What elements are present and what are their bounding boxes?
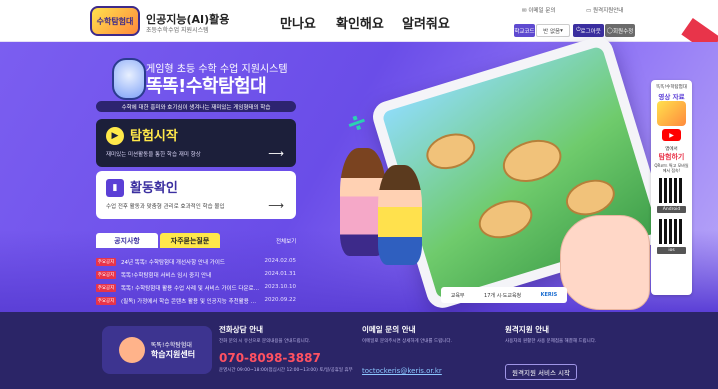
edit-profile-button[interactable]: ◯ 회원수정 — [605, 24, 635, 37]
youtube-play-icon[interactable]: ▶ — [662, 129, 681, 141]
util-email-link[interactable]: ✉ 이메일 문의 — [522, 6, 555, 14]
learning-center-logo: 똑똑!수학탐험대 학습지원센터 — [102, 326, 212, 374]
center-name-2: 학습지원센터 — [150, 350, 196, 359]
side-banner: 똑똑!수학탐험대 영상 자료 ▶ 앱에서 탐험하기 QR코드 찍고 모바일에서 … — [651, 80, 692, 295]
map-island — [561, 173, 620, 222]
explore-start-desc: 재미있는 미션활동을 통한 학습 재미 향상 — [106, 152, 201, 158]
site-header: 수학탐험대 인공지능(AI)활용 초등수학수업 지원시스템 만나요 확인해요 알… — [0, 0, 718, 42]
hand-illustration — [560, 215, 650, 310]
map-island — [497, 133, 567, 189]
activity-check-desc: 수업 전후 활동과 맞춤형 관리로 효과적인 학습 몰입 — [106, 204, 225, 210]
notice-title: 똑똑!수학탐험대 서비스 임시 중지 안내 — [121, 273, 212, 279]
qr-code-ios[interactable] — [659, 219, 684, 244]
remote-support-button[interactable]: 원격지원 서비스 시작 — [505, 364, 577, 380]
notice-title: 24년 똑똑! 수학탐험대 개선사항 안내 가이드 — [121, 260, 225, 266]
activity-check-title: 활동확인 — [130, 181, 178, 196]
partner-moe: 교육부 — [450, 292, 465, 299]
character-avatar-icon — [118, 337, 145, 363]
tab-faq[interactable]: 자주묻는질문 — [160, 233, 220, 248]
class-select-value: 반 없음 — [543, 28, 561, 35]
util-remote-label: 원격지원안내 — [592, 8, 624, 14]
util-email-label: 이메일 문의 — [528, 8, 556, 14]
notice-badge: 주요공지 — [96, 297, 116, 305]
nav-check[interactable]: 확인해요 — [336, 13, 384, 32]
chevron-down-icon: ▾ — [560, 27, 563, 34]
phone-desc: 전화 문의 시 유선으로 문의내용을 안내드립니다. — [219, 339, 311, 344]
phone-hours: 운영시간 09:00~18:00(점심시간 12:00~13:00) 토/일/공… — [219, 368, 353, 373]
explore-start-title: 탐험시작 — [130, 129, 178, 144]
notice-more-link[interactable]: 전체보기 — [276, 237, 296, 245]
logout-label: 로그아웃 — [580, 28, 601, 35]
notice-date: 2024.01.31 — [264, 271, 297, 277]
ios-label: ios — [657, 247, 686, 254]
activity-check-card[interactable]: ▮ 활동확인 수업 전후 활동과 맞춤형 관리로 효과적인 학습 몰입 ⟶ — [96, 171, 296, 219]
robot-mascot-icon — [112, 58, 146, 100]
nav-meet[interactable]: 만나요 — [280, 13, 316, 32]
hero-tagline: 수학에 대한 흥미와 호기심이 생겨나는 재미있는 게임형태의 학습 — [96, 101, 296, 112]
play-icon: ▶ — [106, 127, 124, 145]
notice-date: 2024.02.05 — [264, 258, 297, 264]
school-code-badge: 학교코드 — [514, 24, 535, 37]
monitor-icon: ▭ — [586, 8, 593, 14]
class-select[interactable]: 반 없음 ▾ — [536, 24, 570, 37]
remote-title: 원격지원 안내 — [505, 325, 550, 334]
android-label: Android — [657, 206, 686, 213]
tab-notice[interactable]: 공지사항 — [96, 233, 158, 248]
partner-edu-offices: 17개 시·도교육청 — [484, 292, 522, 299]
site-logo[interactable]: 수학탐험대 — [90, 6, 140, 36]
notice-date: 2023.10.10 — [264, 284, 297, 290]
notice-badge: 주요공지 — [96, 258, 116, 266]
arrow-right-icon: ⟶ — [268, 147, 284, 160]
notice-row[interactable]: 주요공지 24년 똑똑! 수학탐험대 개선사항 안내 가이드 2024.02.0… — [96, 258, 296, 267]
app-promo-title: 탐험하기 — [658, 153, 685, 161]
phone-title: 전화상담 안내 — [219, 325, 264, 334]
brand-subtitle: 초등수학수업 지원시스템 — [146, 27, 209, 34]
side-banner-title: 똑똑!수학탐험대 — [656, 85, 687, 90]
partner-keris: KERIS — [540, 292, 558, 298]
side-banner-title2: 영상 자료 — [658, 93, 685, 101]
phone-number[interactable]: 070-8098-3887 — [219, 351, 321, 365]
logout-button[interactable]: ⏻ 로그아웃 — [573, 24, 604, 37]
support-email-link[interactable]: toctockeris@keris.or.kr — [362, 367, 442, 375]
notice-row[interactable]: 주요공지 똑똑!수학탐험대 서비스 임시 중지 안내 2024.01.31 — [96, 271, 296, 280]
map-island — [421, 127, 480, 175]
email-title: 이메일 문의 안내 — [362, 325, 416, 334]
remote-desc: 사용자의 원활한 사용 문제점을 해결해 드립니다. — [505, 339, 597, 344]
nav-notice[interactable]: 알려줘요 — [402, 13, 450, 32]
notice-date: 2020.09.22 — [264, 297, 297, 303]
util-remote-link[interactable]: ▭ 원격지원안내 — [586, 6, 623, 14]
bar-chart-icon: ▮ — [106, 179, 124, 197]
arrow-right-icon: ⟶ — [268, 199, 284, 212]
notice-title: 똑똑! 수학탐험대 활용 수업 사례 및 서비스 가이드 다운로… — [121, 286, 260, 292]
email-desc: 이메일로 문의주시면 상세하게 안내를 드립니다. — [362, 339, 452, 344]
explore-start-card[interactable]: ▶ 탐험시작 재미있는 미션활동을 통한 학습 재미 향상 ⟶ — [96, 119, 296, 167]
notice-title: (필독) 가정에서 학습 콘텐츠 활용 및 인공지능 추천활용 … — [121, 299, 257, 305]
video-logo-thumbnail[interactable] — [657, 101, 686, 126]
qr-caption: QR코드 찍고 모바일에서 접속! — [654, 163, 689, 173]
notice-row[interactable]: 주요공지 똑똑! 수학탐험대 활용 수업 사례 및 서비스 가이드 다운로… 2… — [96, 284, 296, 293]
hero-title: 똑똑!수학탐험대 — [146, 76, 267, 97]
qr-code-android[interactable] — [659, 178, 684, 203]
center-name: 똑똑!수학탐험대 — [150, 342, 192, 349]
edit-profile-label: 회원수정 — [612, 28, 634, 35]
notice-badge: 주요공지 — [96, 284, 116, 292]
notice-row[interactable]: 주요공지 (필독) 가정에서 학습 콘텐츠 활용 및 인공지능 추천활용 … 2… — [96, 297, 296, 306]
logo-text: 수학탐험대 — [96, 16, 134, 26]
notice-badge: 주요공지 — [96, 271, 116, 279]
boy-character-illustration — [378, 165, 422, 265]
map-island — [473, 194, 538, 245]
partner-logos: 교육부 17개 시·도교육청 KERIS — [441, 287, 567, 303]
